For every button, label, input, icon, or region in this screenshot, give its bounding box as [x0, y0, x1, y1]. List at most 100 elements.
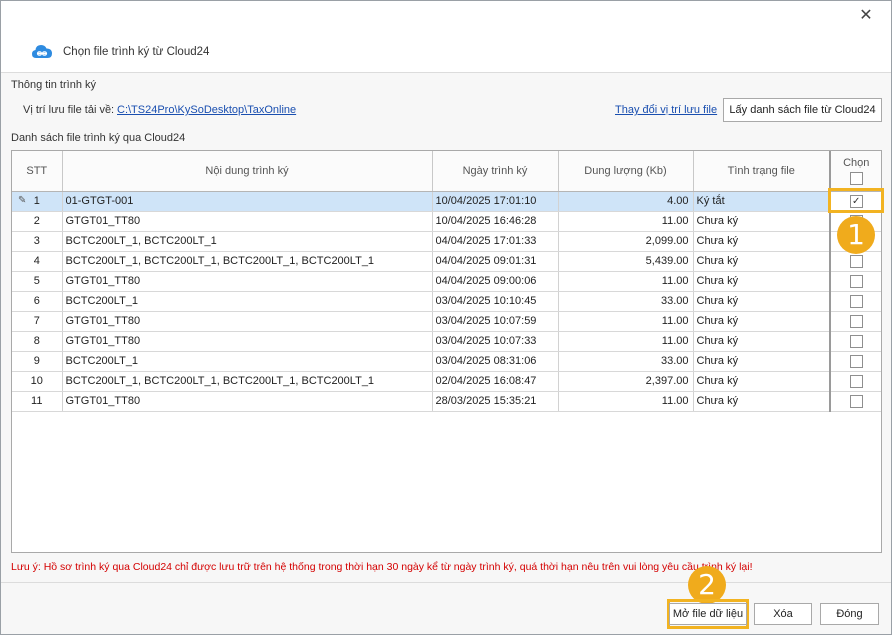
- close-icon[interactable]: ✕: [857, 7, 875, 25]
- row-date[interactable]: 04/04/2025 09:00:06: [432, 271, 559, 292]
- row-checkbox[interactable]: [849, 394, 863, 408]
- row-content[interactable]: BCTC200LT_1, BCTC200LT_1: [62, 231, 433, 252]
- change-location-link[interactable]: Thay đổi vị trí lưu file: [615, 104, 717, 116]
- row-select-cell[interactable]: [829, 391, 881, 412]
- col-header-status[interactable]: Tình trạng file: [693, 151, 831, 192]
- row-content[interactable]: GTGT01_TT80: [62, 331, 433, 352]
- row-content[interactable]: 01-GTGT-001: [62, 191, 433, 212]
- row-date[interactable]: 04/04/2025 17:01:33: [432, 231, 559, 252]
- row-size[interactable]: 5,439.00: [558, 251, 694, 272]
- row-select-cell[interactable]: [829, 371, 881, 392]
- row-checkbox[interactable]: [849, 354, 863, 368]
- row-content[interactable]: BCTC200LT_1: [62, 351, 433, 372]
- row-checkbox[interactable]: [849, 314, 863, 328]
- open-file-button[interactable]: Mở file dữ liệu: [669, 603, 747, 625]
- table-row[interactable]: ✎ 1 01-GTGT-001 10/04/2025 17:01:10 4.00 Ký t…: [12, 191, 881, 212]
- delete-button[interactable]: Xóa: [754, 603, 812, 625]
- row-size[interactable]: 4.00: [558, 191, 694, 212]
- row-stt[interactable]: 3: [12, 231, 63, 252]
- table-row[interactable]: 6 BCTC200LT_1 03/04/2025 10:10:45 33.00 Chưa…: [12, 291, 881, 312]
- title-bar: ✕ Chọn file trình ký từ Cloud24: [1, 1, 891, 73]
- row-select-cell[interactable]: [829, 351, 881, 372]
- col-header-content[interactable]: Nội dung trình ký: [62, 151, 433, 192]
- table-row[interactable]: 5 GTGT01_TT80 04/04/2025 09:00:06 11.00 Chưa…: [12, 271, 881, 292]
- row-checkbox[interactable]: [849, 254, 863, 268]
- col-header-stt[interactable]: STT: [12, 151, 63, 192]
- row-size[interactable]: 11.00: [558, 271, 694, 292]
- table-row[interactable]: 11 GTGT01_TT80 28/03/2025 15:35:21 11.00 Chư…: [12, 391, 881, 412]
- row-date[interactable]: 10/04/2025 17:01:10: [432, 191, 559, 212]
- row-checkbox[interactable]: [849, 274, 863, 288]
- row-content[interactable]: BCTC200LT_1: [62, 291, 433, 312]
- row-size[interactable]: 2,099.00: [558, 231, 694, 252]
- row-select-cell[interactable]: [829, 311, 881, 332]
- row-content[interactable]: BCTC200LT_1, BCTC200LT_1, BCTC200LT_1, B…: [62, 251, 433, 272]
- table-row[interactable]: 8 GTGT01_TT80 03/04/2025 10:07:33 11.00 Chưa…: [12, 331, 881, 352]
- row-status[interactable]: Ký tắt: [693, 191, 831, 212]
- row-size[interactable]: 11.00: [558, 311, 694, 332]
- file-table: STT Nội dung trình ký Ngày trình ký Dung…: [12, 151, 881, 412]
- row-content[interactable]: GTGT01_TT80: [62, 211, 433, 232]
- row-content[interactable]: GTGT01_TT80: [62, 271, 433, 292]
- row-status[interactable]: Chưa ký: [693, 331, 831, 352]
- row-content[interactable]: GTGT01_TT80: [62, 311, 433, 332]
- table-row[interactable]: 2 GTGT01_TT80 10/04/2025 16:46:28 11.00 Chưa…: [12, 211, 881, 232]
- save-path-link[interactable]: C:\TS24Pro\KySoDesktop\TaxOnline: [117, 104, 296, 116]
- row-size[interactable]: 2,397.00: [558, 371, 694, 392]
- row-stt[interactable]: 8: [12, 331, 63, 352]
- table-row[interactable]: 10 BCTC200LT_1, BCTC200LT_1, BCTC200LT_1,…: [12, 371, 881, 392]
- row-select-cell[interactable]: [829, 291, 881, 312]
- row-content[interactable]: GTGT01_TT80: [62, 391, 433, 412]
- row-status[interactable]: Chưa ký: [693, 391, 831, 412]
- row-date[interactable]: 28/03/2025 15:35:21: [432, 391, 559, 412]
- row-status[interactable]: Chưa ký: [693, 291, 831, 312]
- row-date[interactable]: 02/04/2025 16:08:47: [432, 371, 559, 392]
- col-header-size[interactable]: Dung lượng (Kb): [558, 151, 694, 192]
- row-status[interactable]: Chưa ký: [693, 351, 831, 372]
- row-stt[interactable]: 6: [12, 291, 63, 312]
- row-date[interactable]: 04/04/2025 09:01:31: [432, 251, 559, 272]
- row-stt[interactable]: 7: [12, 311, 63, 332]
- row-stt[interactable]: 2: [12, 211, 63, 232]
- table-row[interactable]: 9 BCTC200LT_1 03/04/2025 08:31:06 33.00 Chưa…: [12, 351, 881, 372]
- row-date[interactable]: 03/04/2025 10:07:33: [432, 331, 559, 352]
- row-date[interactable]: 10/04/2025 16:46:28: [432, 211, 559, 232]
- select-all-checkbox[interactable]: [849, 171, 863, 185]
- close-button[interactable]: Đóng: [820, 603, 879, 625]
- row-status[interactable]: Chưa ký: [693, 311, 831, 332]
- table-row[interactable]: 7 GTGT01_TT80 03/04/2025 10:07:59 11.00 Chưa…: [12, 311, 881, 332]
- row-select-cell[interactable]: [829, 251, 881, 272]
- fetch-list-button[interactable]: Lấy danh sách file từ Cloud24: [723, 98, 882, 122]
- row-checkbox[interactable]: [849, 334, 863, 348]
- row-stt-value: 5: [33, 275, 40, 287]
- col-header-date[interactable]: Ngày trình ký: [432, 151, 559, 192]
- row-status[interactable]: Chưa ký: [693, 271, 831, 292]
- row-stt[interactable]: ✎ 1: [12, 191, 63, 212]
- table-row[interactable]: 4 BCTC200LT_1, BCTC200LT_1, BCTC200LT_1, …: [12, 251, 881, 272]
- row-status[interactable]: Chưa ký: [693, 251, 831, 272]
- cloud24-dialog: ✕ Chọn file trình ký từ Cloud24 Thông ti…: [0, 0, 892, 635]
- row-date[interactable]: 03/04/2025 08:31:06: [432, 351, 559, 372]
- row-stt[interactable]: 9: [12, 351, 63, 372]
- row-size[interactable]: 33.00: [558, 351, 694, 372]
- row-status[interactable]: Chưa ký: [693, 371, 831, 392]
- row-stt[interactable]: 4: [12, 251, 63, 272]
- col-header-select[interactable]: Chọn: [829, 151, 881, 192]
- row-stt[interactable]: 10: [12, 371, 63, 392]
- row-stt[interactable]: 5: [12, 271, 63, 292]
- row-checkbox[interactable]: [849, 294, 863, 308]
- row-date[interactable]: 03/04/2025 10:07:59: [432, 311, 559, 332]
- row-select-cell[interactable]: [829, 271, 881, 292]
- row-size[interactable]: 11.00: [558, 211, 694, 232]
- row-stt[interactable]: 11: [12, 391, 63, 412]
- row-date[interactable]: 03/04/2025 10:10:45: [432, 291, 559, 312]
- row-size[interactable]: 33.00: [558, 291, 694, 312]
- table-row[interactable]: 3 BCTC200LT_1, BCTC200LT_1 04/04/2025 17:0…: [12, 231, 881, 252]
- row-content[interactable]: BCTC200LT_1, BCTC200LT_1, BCTC200LT_1, B…: [62, 371, 433, 392]
- row-status[interactable]: Chưa ký: [693, 231, 831, 252]
- row-size[interactable]: 11.00: [558, 391, 694, 412]
- row-checkbox[interactable]: [849, 374, 863, 388]
- row-size[interactable]: 11.00: [558, 331, 694, 352]
- row-select-cell[interactable]: [829, 331, 881, 352]
- row-status[interactable]: Chưa ký: [693, 211, 831, 232]
